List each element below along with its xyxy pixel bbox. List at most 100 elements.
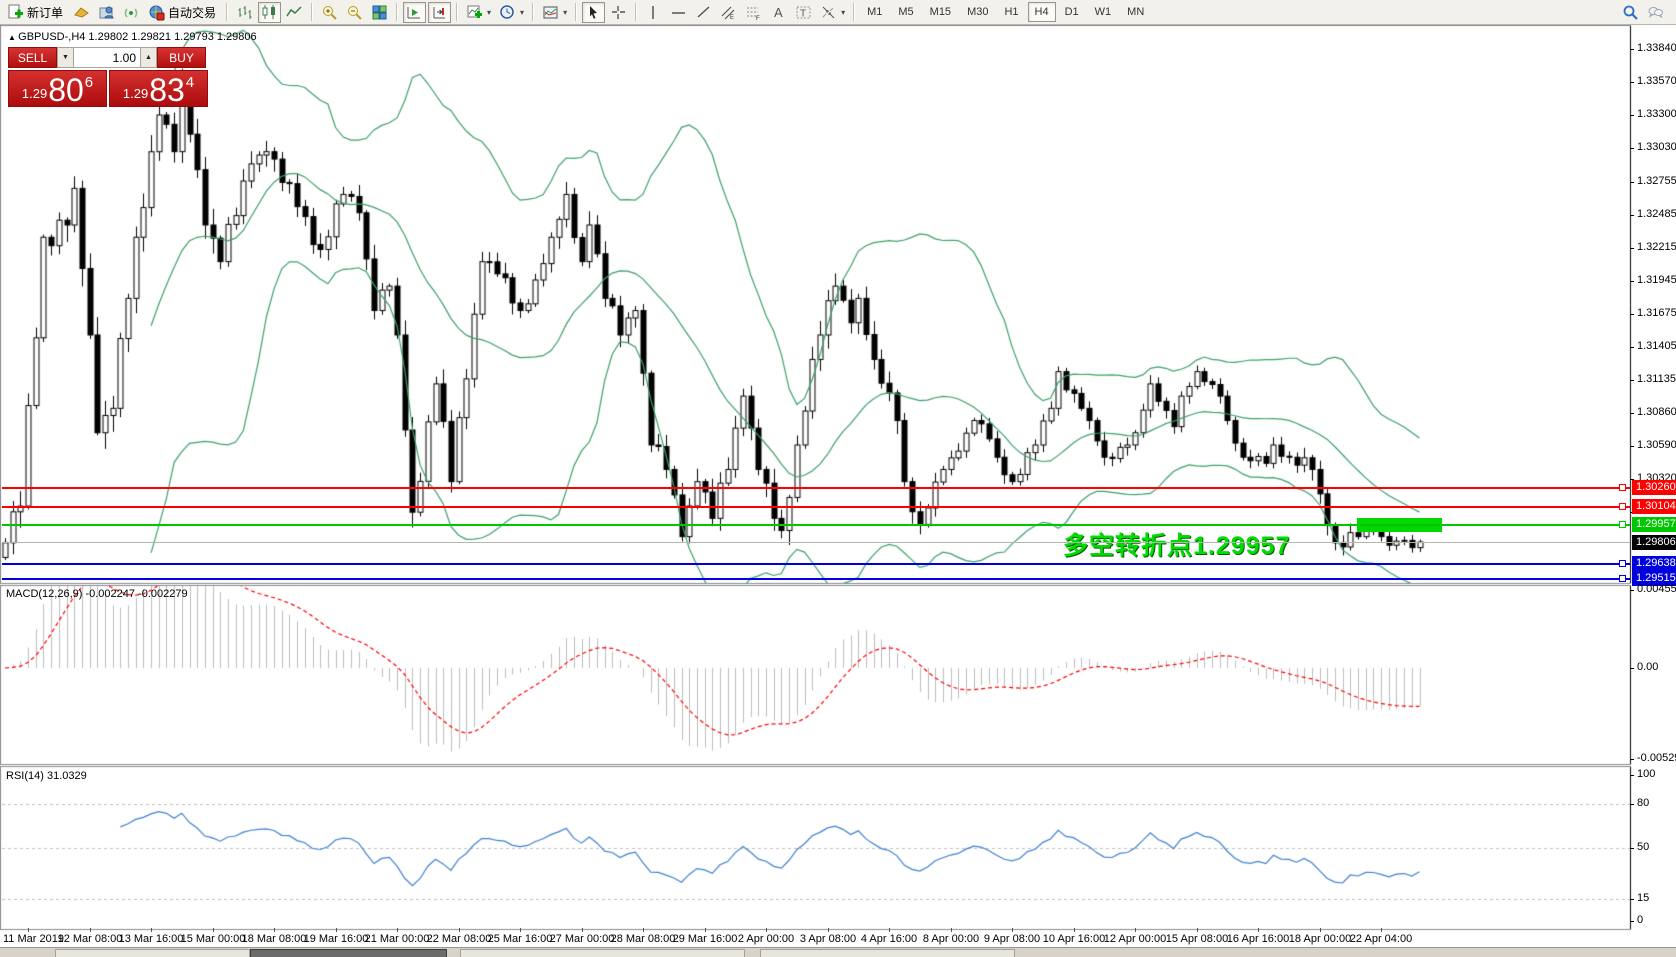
volume-down-button[interactable]: ▼ [57,47,74,68]
price-tick-mark [1630,49,1634,50]
price-flag-1.30260: 1.30260 [1632,480,1676,495]
auto-trading-button[interactable]: 自动交易 [145,2,221,23]
cursor-button[interactable] [582,2,605,23]
time-tick-mark [459,928,460,932]
buy-button[interactable]: BUY [157,47,206,68]
timeframe-button-M5[interactable]: M5 [891,2,920,22]
horizontal-line-1.30260[interactable] [2,487,1630,489]
price-tick-label: 1.31405 [1637,340,1676,352]
chart-shift-button[interactable] [428,2,451,23]
price-tick-label: 1.33030 [1637,141,1676,153]
periods-button[interactable]: ▾ [496,2,527,23]
sell-button[interactable]: SELL [8,47,57,68]
crosshair-button[interactable] [607,2,630,23]
svg-text:T: T [800,8,806,19]
bar-chart-button[interactable] [233,2,256,23]
cursor-arrow-icon [585,4,602,21]
price-flag-1.30104: 1.30104 [1632,499,1676,514]
horizontal-line-1.29806[interactable] [2,542,1630,543]
timeframe-button-H1[interactable]: H1 [997,2,1025,22]
hline-handle[interactable] [1619,575,1626,582]
time-tick-mark [336,928,337,932]
volume-up-button[interactable]: ▲ [140,47,157,68]
dropdown-caret-icon: ▾ [563,8,567,17]
equidistant-channel-button[interactable]: E [717,2,740,23]
volume-input[interactable] [74,47,140,68]
timeframe-button-MN[interactable]: MN [1120,2,1151,22]
toolbar-separator [635,3,637,21]
new-order-button[interactable]: 新订单 [4,2,68,23]
fibonacci-button[interactable]: F [742,2,765,23]
horizontal-line-button[interactable] [667,2,690,23]
vertical-line-button[interactable] [642,2,665,23]
text-label-icon: T [795,4,812,21]
one-click-toggle-icon[interactable]: ▲ [8,33,18,42]
horizontal-line-1.29638[interactable] [2,563,1630,565]
horizontal-line-1.29957[interactable] [2,524,1630,526]
timeframe-button-M30[interactable]: M30 [960,2,995,22]
time-axis-label: 21 Mar 00:00 [365,933,430,945]
dropdown-caret-icon: ▾ [841,8,845,17]
signals-button[interactable] [120,2,143,23]
crosshair-icon [610,4,627,21]
buy-price-button[interactable]: 1.29 83 4 [109,70,208,107]
hline-handle[interactable] [1619,560,1626,567]
search-button[interactable] [1619,2,1642,23]
search-icon [1622,4,1639,21]
text-button[interactable]: A [767,2,790,23]
candlestick-chart-icon [261,4,278,21]
time-tick-mark [705,928,706,932]
timeframe-button-H4[interactable]: H4 [1028,2,1056,22]
horizontal-line-1.29515[interactable] [2,578,1630,580]
indicators-button[interactable]: ▾ [463,2,494,23]
price-tick-mark [1630,148,1634,149]
timeframe-button-D1[interactable]: D1 [1058,2,1086,22]
hline-handle[interactable] [1619,521,1626,528]
auto-scroll-icon [406,4,423,21]
price-tick-mark [1630,115,1634,116]
timeframe-button-W1[interactable]: W1 [1088,2,1119,22]
arrows-button[interactable]: ▾ [817,2,848,23]
toolbar-separator [311,3,313,21]
horizontal-line-1.30104[interactable] [2,506,1630,508]
dropdown-caret-icon: ▾ [487,8,491,17]
new-order-label: 新订单 [27,4,65,21]
zoom-out-button[interactable] [343,2,366,23]
hline-handle[interactable] [1619,484,1626,491]
timeframe-button-M15[interactable]: M15 [923,2,958,22]
time-axis-label: 10 Apr 16:00 [1043,933,1105,945]
price-tick-label: 1.30590 [1637,439,1676,451]
profile-button[interactable] [95,2,118,23]
price-tick-label: 1.33840 [1637,42,1676,54]
svg-text:F: F [756,16,760,21]
templates-button[interactable]: ▾ [539,2,570,23]
time-tick-mark [951,928,952,932]
tile-windows-button[interactable] [368,2,391,23]
macd-tick-mark [1630,668,1634,669]
chat-button[interactable] [1644,2,1667,23]
text-label-button[interactable]: T [792,2,815,23]
zoom-in-button[interactable] [318,2,341,23]
line-chart-icon [286,4,303,21]
price-tick-mark [1630,380,1634,381]
price-tick-mark [1630,446,1634,447]
time-axis-label: 18 Apr 00:00 [1289,933,1351,945]
fibonacci-icon: F [745,4,762,21]
price-tick-label: 1.31135 [1637,373,1676,385]
timeframe-button-M1[interactable]: M1 [860,2,889,22]
market-watch-button[interactable] [70,2,93,23]
hline-handle[interactable] [1619,503,1626,510]
trendline-button[interactable] [692,2,715,23]
buy-price-small: 1.29 [123,86,148,101]
time-tick-mark [1258,928,1259,932]
vertical-line-icon [645,4,662,21]
toolbar-separator [853,3,855,21]
rsi-tick-mark [1630,804,1634,805]
sell-price-button[interactable]: 1.29 80 6 [8,70,107,107]
line-chart-button[interactable] [283,2,306,23]
price-tick-mark [1630,347,1634,348]
price-tick-mark [1630,248,1634,249]
auto-trading-icon [148,4,165,21]
auto-scroll-button[interactable] [403,2,426,23]
candlestick-chart-button[interactable] [258,2,281,23]
